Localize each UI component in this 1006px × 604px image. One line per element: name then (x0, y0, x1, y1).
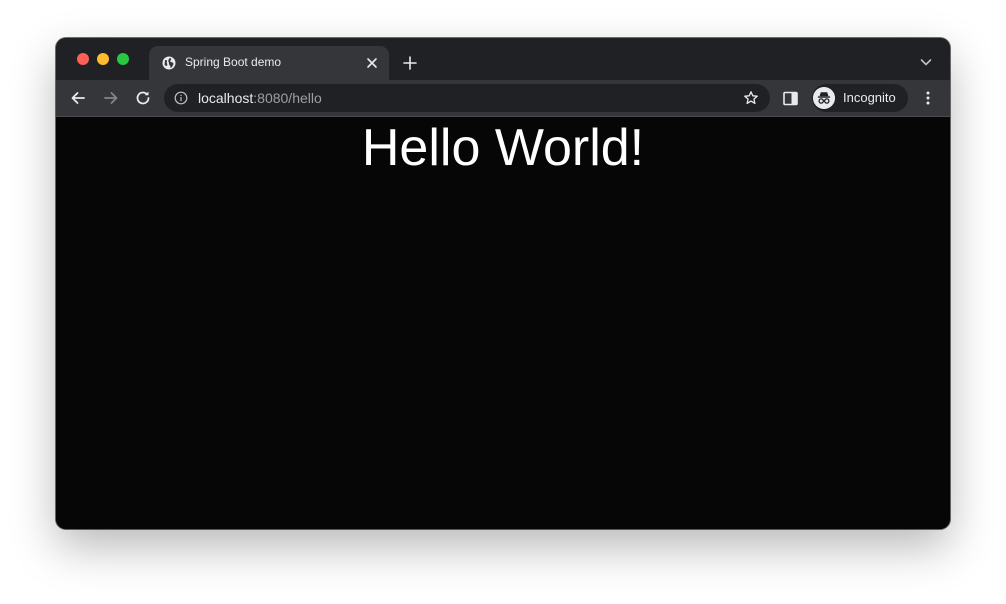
address-bar[interactable]: localhost:8080/hello (164, 84, 770, 112)
info-icon[interactable] (174, 91, 188, 105)
star-icon[interactable] (743, 90, 759, 106)
tab-active[interactable]: Spring Boot demo (149, 46, 389, 80)
window-close-button[interactable] (77, 53, 89, 65)
chevron-down-icon[interactable] (918, 54, 934, 70)
page-heading: Hello World! (361, 119, 645, 177)
url-path: :8080/hello (253, 90, 322, 106)
reload-icon[interactable] (133, 88, 153, 108)
incognito-profile-button[interactable]: Incognito (812, 84, 908, 112)
browser-toolbar: localhost:8080/hello Incognito (56, 80, 950, 117)
window-maximize-button[interactable] (117, 53, 129, 65)
globe-icon (162, 56, 176, 70)
close-icon[interactable] (365, 56, 379, 70)
page-content: Hello World! (56, 117, 950, 529)
tab-strip: Spring Boot demo (56, 38, 950, 80)
incognito-icon (813, 87, 835, 109)
back-arrow-icon[interactable] (68, 88, 88, 108)
url-text[interactable]: localhost:8080/hello (198, 90, 322, 106)
forward-arrow-icon[interactable] (101, 88, 121, 108)
more-vertical-icon[interactable] (920, 90, 936, 106)
side-panel-icon[interactable] (783, 91, 798, 106)
plus-icon[interactable] (401, 54, 419, 72)
url-host: localhost (198, 90, 254, 106)
tab-title: Spring Boot demo (185, 55, 282, 69)
incognito-label: Incognito (843, 90, 896, 105)
window-minimize-button[interactable] (97, 53, 109, 65)
browser-window: Spring Boot demo localhost:8080/hello In… (56, 38, 950, 529)
